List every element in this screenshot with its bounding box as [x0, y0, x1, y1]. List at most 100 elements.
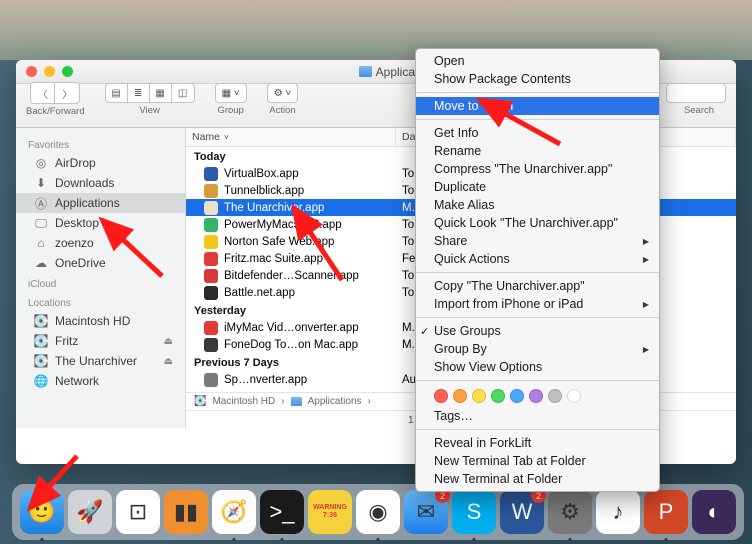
sidebar-item-label: Downloads: [55, 176, 114, 190]
ctx-new-terminal[interactable]: New Terminal at Folder: [416, 470, 659, 488]
col-name[interactable]: Name ˅: [186, 128, 396, 146]
sidebar-item-macintosh-hd[interactable]: 💽Macintosh HD: [16, 311, 185, 331]
folder-icon: [359, 66, 372, 77]
app-icon: [204, 269, 218, 283]
minimize-icon[interactable]: [44, 66, 55, 77]
eject-icon[interactable]: ⏏: [164, 336, 173, 347]
sidebar-item-downloads[interactable]: ⬇ Downloads: [16, 173, 185, 193]
disk-icon: 💽: [34, 354, 48, 368]
annotation-arrow: [12, 456, 82, 531]
tag-color[interactable]: [510, 389, 524, 403]
dock-chrome[interactable]: ◉: [356, 490, 400, 534]
file-name: FoneDog To…on Mac.app: [224, 339, 358, 351]
back-button[interactable]: 〈: [31, 83, 55, 103]
file-name: iMyMac Vid…onverter.app: [224, 322, 359, 334]
file-name: VirtualBox.app: [224, 168, 299, 180]
sidebar-item-label: zoenzo: [55, 236, 94, 250]
ctx-show-package[interactable]: Show Package Contents: [416, 70, 659, 88]
ctx-quick-actions[interactable]: Quick Actions: [416, 250, 659, 268]
tag-color[interactable]: [529, 389, 543, 403]
running-indicator: [233, 538, 236, 541]
dock-mail[interactable]: ✉2: [404, 490, 448, 534]
sidebar-item-applications[interactable]: Ⓐ Applications: [16, 193, 185, 213]
apps-icon: Ⓐ: [34, 196, 48, 210]
dock-powerpoint[interactable]: P: [644, 490, 688, 534]
forward-button[interactable]: 〉: [55, 83, 79, 103]
annotation-arrow: [92, 214, 172, 289]
running-indicator: [569, 538, 572, 541]
zoom-icon[interactable]: [62, 66, 73, 77]
dock-settings[interactable]: ⚙: [548, 490, 592, 534]
nav-buttons: 〈 〉: [30, 82, 80, 104]
dock-safari[interactable]: 🧭: [212, 490, 256, 534]
tag-color[interactable]: [491, 389, 505, 403]
ctx-new-terminal-tab[interactable]: New Terminal Tab at Folder: [416, 452, 659, 470]
search-label: Search: [678, 105, 714, 116]
tag-color[interactable]: [472, 389, 486, 403]
ctx-share[interactable]: Share: [416, 232, 659, 250]
sidebar-item-label: Applications: [55, 196, 120, 210]
sidebar-item-network[interactable]: 🌐 Network: [16, 371, 185, 391]
ctx-compress[interactable]: Compress "The Unarchiver.app": [416, 160, 659, 178]
ctx-use-groups[interactable]: Use Groups: [416, 322, 659, 340]
view-label: View: [139, 105, 159, 116]
sidebar-item-label: Network: [55, 374, 99, 388]
dock: 🙂🚀⊡▮▮🧭>_WARNING 7:36◉✉2SW2⚙♪P◐: [12, 484, 744, 540]
tag-color[interactable]: [453, 389, 467, 403]
sidebar-locations-header: Locations: [16, 292, 185, 311]
sidebar-item-label: The Unarchiver: [55, 354, 137, 368]
cloud-icon: ☁: [34, 256, 48, 270]
ctx-copy[interactable]: Copy "The Unarchiver.app": [416, 277, 659, 295]
app-icon: [204, 218, 218, 232]
sidebar-item-label: Fritz: [55, 334, 78, 348]
ctx-reveal-forklift[interactable]: Reveal in ForkLift: [416, 434, 659, 452]
app-icon: [204, 201, 218, 215]
tag-color[interactable]: [548, 389, 562, 403]
disk-icon: 💽: [34, 334, 48, 348]
ctx-make-alias[interactable]: Make Alias: [416, 196, 659, 214]
dock-word[interactable]: W2: [500, 490, 544, 534]
sidebar-item-fritz[interactable]: 💽 Fritz ⏏: [16, 331, 185, 351]
sidebar-favorites-header: Favorites: [16, 134, 185, 153]
airdrop-icon: ◎: [34, 156, 48, 170]
sidebar-item-the-unarchiver[interactable]: 💽 The Unarchiver ⏏: [16, 351, 185, 371]
dock-forklift[interactable]: ▮▮: [164, 490, 208, 534]
annotation-arrow: [282, 200, 362, 295]
sidebar-item-label: AirDrop: [55, 156, 96, 170]
ctx-group-by[interactable]: Group By: [416, 340, 659, 358]
dock-activity[interactable]: WARNING 7:36: [308, 490, 352, 534]
nav-label: Back/Forward: [26, 106, 85, 117]
app-icon: [204, 167, 218, 181]
downloads-icon: ⬇: [34, 176, 48, 190]
app-icon: [204, 235, 218, 249]
ctx-open[interactable]: Open: [416, 52, 659, 70]
ctx-tags-label[interactable]: Tags…: [416, 407, 659, 425]
close-icon[interactable]: [26, 66, 37, 77]
action-label: Action: [269, 105, 295, 116]
ctx-duplicate[interactable]: Duplicate: [416, 178, 659, 196]
search-field[interactable]: [666, 83, 726, 103]
net-icon: 🌐: [34, 374, 48, 388]
group-label: Group: [217, 105, 243, 116]
app-icon: [204, 252, 218, 266]
sidebar-item-label: Macintosh HD: [55, 314, 130, 328]
running-indicator: [281, 538, 284, 541]
dock-skype[interactable]: S: [452, 490, 496, 534]
tag-color[interactable]: [434, 389, 448, 403]
app-icon: [204, 184, 218, 198]
dock-eclipse[interactable]: ◐: [692, 490, 736, 534]
action-button[interactable]: ⚙ ˅: [267, 83, 299, 103]
ctx-show-view-options[interactable]: Show View Options: [416, 358, 659, 376]
dock-itunes[interactable]: ♪: [596, 490, 640, 534]
tag-color[interactable]: [567, 389, 581, 403]
running-indicator: [41, 538, 44, 541]
ctx-quick-look[interactable]: Quick Look "The Unarchiver.app": [416, 214, 659, 232]
ctx-import-ios[interactable]: Import from iPhone or iPad: [416, 295, 659, 313]
ctx-tag-colors[interactable]: [416, 385, 659, 407]
group-button[interactable]: ▦ ˅: [215, 83, 247, 103]
eject-icon[interactable]: ⏏: [164, 356, 173, 367]
view-switcher[interactable]: ▤≣▦◫: [105, 83, 195, 103]
sidebar-item-airdrop[interactable]: ◎ AirDrop: [16, 153, 185, 173]
dock-screenshot[interactable]: ⊡: [116, 490, 160, 534]
dock-terminal[interactable]: >_: [260, 490, 304, 534]
